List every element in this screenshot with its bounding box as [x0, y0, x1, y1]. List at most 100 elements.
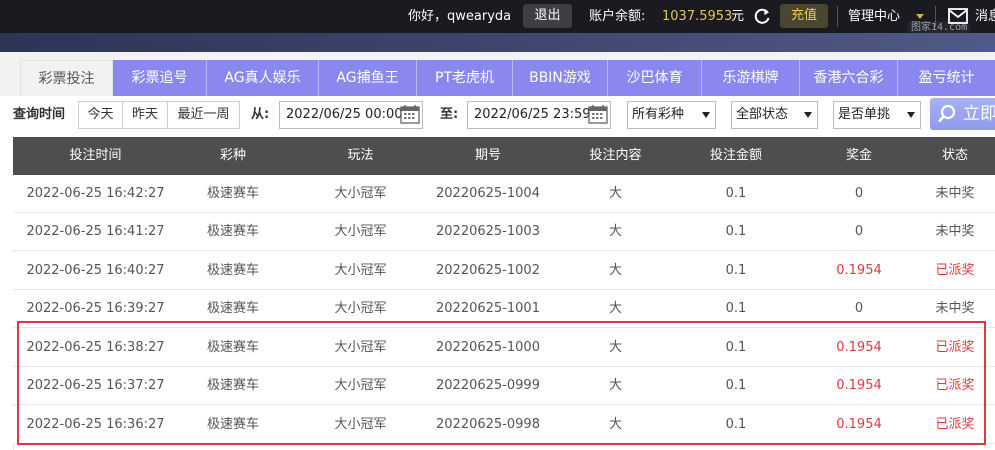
cell-lottery: 极速赛车 [206, 417, 259, 432]
cell-play: 大小冠军 [334, 224, 387, 239]
cell-prize: 0.1954 [836, 340, 882, 355]
recharge-button[interactable]: 充值 [780, 4, 828, 28]
cell-issue: 20220625-1000 [436, 340, 540, 355]
cell-play: 大小冠军 [334, 378, 387, 393]
cell-prize: 0.1954 [836, 417, 882, 432]
cell-lottery: 极速赛车 [206, 186, 259, 201]
cell-bet-content: 大 [608, 378, 622, 393]
cell-status: 未中奖 [935, 301, 975, 316]
calendar-icon[interactable] [399, 103, 421, 125]
tab-saba-sports[interactable]: 沙巴体育 [608, 60, 701, 96]
header-play: 玩法 [347, 148, 374, 163]
cell-bet-content: 大 [608, 340, 622, 355]
tab-lottery-bet[interactable]: 彩票投注 [20, 60, 113, 97]
single-bet-value: 是否单挑 [838, 107, 891, 122]
cell-status: 已派奖 [935, 378, 975, 393]
tab-leyou-chess[interactable]: 乐游棋牌 [702, 60, 799, 96]
cell-bet-time: 2022-06-25 16:37:27 [26, 378, 165, 393]
cell-bet-time: 2022-06-25 16:39:27 [26, 301, 165, 316]
table-header: 投注时间 彩种 玩法 期号 投注内容 投注金额 奖金 状态 [13, 137, 995, 175]
table-row[interactable]: 2022-06-25 16:42:27 极速赛车 大小冠军 20220625-1… [13, 175, 995, 213]
filter-bar: 查询时间 今天 昨天 最近一周 从: 2022/06/25 00:00 至: 2… [0, 96, 995, 134]
cell-bet-content: 大 [608, 224, 622, 239]
cell-issue: 20220625-0999 [436, 378, 540, 393]
tab-bbin[interactable]: BBIN游戏 [513, 60, 607, 96]
cell-lottery: 极速赛车 [206, 378, 259, 393]
lottery-type-select[interactable]: 所有彩种 [627, 101, 716, 129]
cell-status: 已派奖 [935, 417, 975, 432]
cell-prize: 0 [854, 224, 864, 239]
balance-label: 账户余额: [589, 9, 646, 24]
from-label: 从: [251, 107, 270, 122]
table-row[interactable]: 2022-06-25 16:39:27 极速赛车 大小冠军 20220625-1… [13, 290, 995, 328]
search-icon [938, 104, 956, 123]
table-row[interactable]: 2022-06-25 16:40:27 极速赛车 大小冠军 20220625-1… [13, 252, 995, 290]
cell-prize: 0.1954 [836, 378, 882, 393]
tab-ag-fishing[interactable]: AG捕鱼王 [319, 60, 416, 96]
cell-bet-amount: 0.1 [725, 263, 747, 278]
chevron-down-icon [907, 112, 915, 118]
cell-lottery: 极速赛车 [206, 224, 259, 239]
cell-bet-amount: 0.1 [725, 417, 747, 432]
cell-lottery: 极速赛车 [206, 263, 259, 278]
calendar-icon[interactable] [587, 103, 609, 125]
cell-lottery: 极速赛车 [206, 301, 259, 316]
header-bet-amount: 投注金额 [709, 148, 762, 163]
today-button[interactable]: 今天 [79, 102, 122, 128]
header-status: 状态 [941, 148, 968, 163]
header-bet-time: 投注时间 [69, 148, 122, 163]
cell-bet-time: 2022-06-25 16:36:27 [26, 417, 165, 432]
divider [837, 6, 838, 27]
header-issue: 期号 [474, 148, 501, 163]
table-row[interactable]: 2022-06-25 16:37:27 极速赛车 大小冠军 20220625-0… [13, 367, 995, 405]
tab-pt-slots[interactable]: PT老虎机 [417, 60, 512, 96]
messages-link[interactable]: 消息 [975, 0, 995, 33]
cell-play: 大小冠军 [334, 417, 387, 432]
cell-prize: 0 [854, 301, 864, 316]
tab-ag-live[interactable]: AG真人娱乐 [207, 60, 318, 96]
cell-prize: 0 [854, 186, 864, 201]
single-bet-select[interactable]: 是否单挑 [833, 101, 921, 129]
tab-profit-stats[interactable]: 盈亏统计 [898, 60, 995, 96]
cell-bet-content: 大 [608, 186, 622, 201]
cell-lottery: 极速赛车 [206, 340, 259, 355]
cell-issue: 20220625-1004 [436, 186, 540, 201]
header-bet-content: 投注内容 [589, 148, 642, 163]
last-week-button[interactable]: 最近一周 [168, 102, 239, 128]
query-button[interactable]: 立即 [930, 98, 995, 130]
top-bar: 你好，qwearyda 退出 账户余额: 1037.5953 元 充值 管理中心… [0, 0, 995, 33]
cell-issue: 20220625-1003 [436, 224, 540, 239]
cell-status: 已派奖 [935, 263, 975, 278]
balance-value: 1037.5953 [662, 9, 733, 24]
cell-play: 大小冠军 [334, 301, 387, 316]
cell-bet-amount: 0.1 [725, 340, 747, 355]
lottery-type-value: 所有彩种 [632, 107, 685, 122]
query-button-label: 立即 [963, 104, 995, 124]
table-row[interactable]: 2022-06-25 16:41:27 极速赛车 大小冠军 20220625-1… [13, 213, 995, 251]
refresh-icon[interactable] [752, 6, 772, 26]
cell-issue: 20220625-0998 [436, 417, 540, 432]
cell-play: 大小冠军 [334, 340, 387, 355]
cell-bet-time: 2022-06-25 16:38:27 [26, 340, 165, 355]
chevron-down-icon[interactable] [916, 14, 924, 19]
cell-bet-amount: 0.1 [725, 378, 747, 393]
cell-bet-content: 大 [608, 417, 622, 432]
logout-button[interactable]: 退出 [523, 4, 572, 28]
table-row[interactable]: 2022-06-25 16:36:27 极速赛车 大小冠军 20220625-0… [13, 406, 995, 444]
cell-prize: 0.1954 [836, 263, 882, 278]
manage-center-link[interactable]: 管理中心 [848, 0, 900, 33]
cell-issue: 20220625-1001 [436, 301, 540, 316]
cell-status: 已派奖 [935, 340, 975, 355]
chevron-down-icon [804, 112, 812, 118]
currency-label: 元 [731, 9, 745, 24]
cell-bet-amount: 0.1 [725, 301, 747, 316]
cell-bet-content: 大 [608, 263, 622, 278]
status-select[interactable]: 全部状态 [731, 101, 818, 129]
table-row[interactable]: 2022-06-25 16:38:27 极速赛车 大小冠军 20220625-1… [13, 329, 995, 367]
tab-lottery-chase[interactable]: 彩票追号 [113, 60, 206, 96]
yesterday-button[interactable]: 昨天 [123, 102, 167, 128]
greeting-text: 你好，qwearyda [408, 9, 512, 24]
cell-bet-amount: 0.1 [725, 224, 747, 239]
tab-hk-mark-six[interactable]: 香港六合彩 [800, 60, 897, 96]
cell-status: 未中奖 [935, 186, 975, 201]
